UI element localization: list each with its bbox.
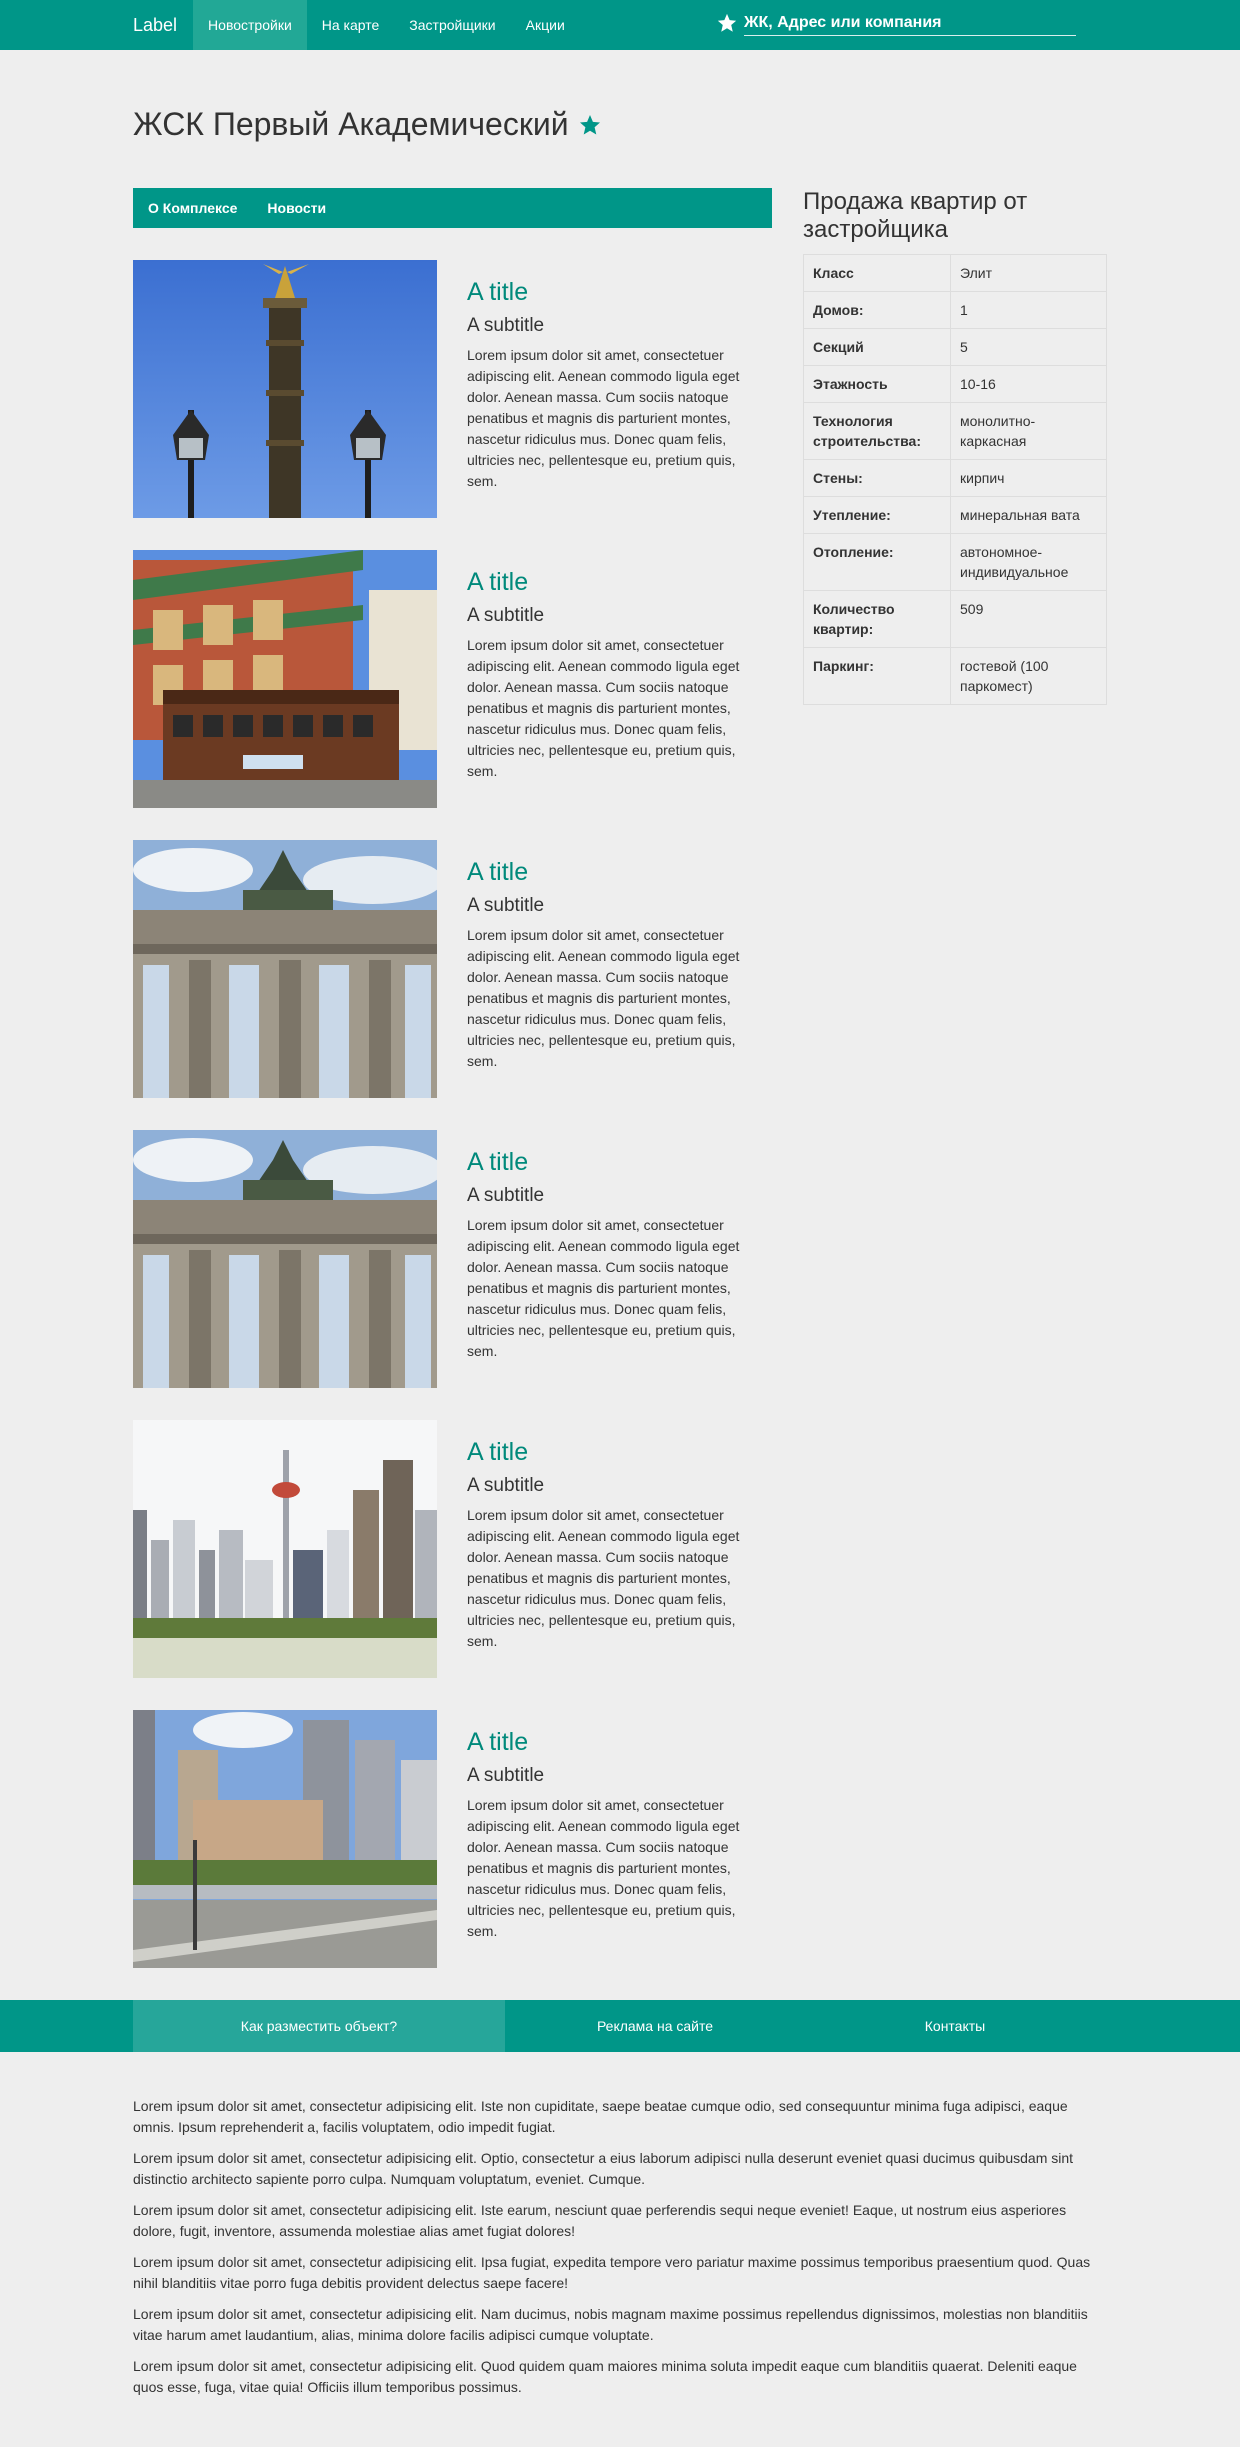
nav-item-map[interactable]: На карте — [307, 0, 395, 50]
news-item: A title A subtitle Lorem ipsum dolor sit… — [133, 840, 772, 1098]
news-text: Lorem ipsum dolor sit amet, consectetuer… — [467, 1217, 740, 1359]
property-value: 10-16 — [950, 365, 1107, 403]
property-value: минеральная вата — [950, 496, 1107, 534]
news-text: Lorem ipsum dolor sit amet, consectetuer… — [467, 1507, 740, 1649]
news-item: A title A subtitle Lorem ipsum dolor sit… — [133, 550, 772, 808]
news-list: A title A subtitle Lorem ipsum dolor sit… — [133, 260, 772, 2000]
footer-paragraph: Lorem ipsum dolor sit amet, consectetur … — [133, 2098, 1068, 2135]
tab-about-complex[interactable]: О Комплексе — [133, 188, 252, 228]
property-key: Отопление: — [803, 533, 951, 591]
news-item: A title A subtitle Lorem ipsum dolor sit… — [133, 260, 772, 518]
nav-item-novostroiki[interactable]: Новостройки — [193, 0, 307, 50]
nav-item-developers[interactable]: Застройщики — [394, 0, 510, 50]
brand-label[interactable]: Label — [133, 0, 193, 50]
news-title[interactable]: A title — [467, 278, 767, 307]
city-street-photo[interactable] — [133, 1710, 437, 1968]
footer-link-contacts[interactable]: Контакты — [805, 2000, 1105, 2052]
page-title-text: ЖСК Первый Академический — [133, 106, 569, 142]
property-value: гостевой (100 паркомест) — [950, 647, 1107, 705]
news-text: Lorem ipsum dolor sit amet, consectetuer… — [467, 927, 740, 1069]
property-key: Стены: — [803, 459, 951, 497]
footer-link-how-to-place[interactable]: Как разместить объект? — [133, 2000, 505, 2052]
footer-navbar: Как разместить объект? Реклама на сайте … — [0, 2000, 1240, 2052]
star-icon[interactable] — [716, 12, 738, 34]
news-text: Lorem ipsum dolor sit amet, consectetuer… — [467, 347, 740, 489]
news-subtitle: A subtitle — [467, 605, 545, 626]
complex-tabs: О Комплексе Новости — [133, 188, 772, 228]
nav-menu: Label Новостройки На карте Застройщики А… — [133, 0, 580, 50]
news-subtitle: A subtitle — [467, 1185, 545, 1206]
footer-link-advertising[interactable]: Реклама на сайте — [505, 2000, 805, 2052]
table-row: Домов: 1 — [803, 291, 1107, 329]
table-row: Класс Элит — [803, 254, 1107, 292]
news-item: A title A subtitle Lorem ipsum dolor sit… — [133, 1130, 772, 1388]
property-key: Класс — [803, 254, 951, 292]
table-row: Стены: кирпич — [803, 459, 1107, 497]
brandenburg-gate-photo[interactable] — [133, 1130, 437, 1388]
star-icon[interactable] — [578, 113, 602, 137]
property-value: автономное-индивидуальное — [950, 533, 1107, 591]
city-skyline-photo[interactable] — [133, 1420, 437, 1678]
victory-column-photo[interactable] — [133, 260, 437, 518]
news-subtitle: A subtitle — [467, 1765, 545, 1786]
search-input[interactable] — [744, 10, 1076, 36]
news-title[interactable]: A title — [467, 1148, 767, 1177]
news-item: A title A subtitle Lorem ipsum dolor sit… — [133, 1710, 772, 1968]
news-text: Lorem ipsum dolor sit amet, consectetuer… — [467, 1797, 740, 1939]
table-row: Отопление: автономное-индивидуальное — [803, 533, 1107, 591]
news-subtitle: A subtitle — [467, 895, 545, 916]
chinatown-cable-car-photo[interactable] — [133, 550, 437, 808]
news-title[interactable]: A title — [467, 858, 767, 887]
sidebar-properties: Продажа квартир от застройщика Класс Эли… — [803, 188, 1107, 705]
property-key: Паркинг: — [803, 647, 951, 705]
footer-paragraph: Lorem ipsum dolor sit amet, consectetur … — [133, 2150, 1074, 2187]
news-item: A title A subtitle Lorem ipsum dolor sit… — [133, 1420, 772, 1678]
news-body: A title A subtitle Lorem ipsum dolor sit… — [467, 1728, 767, 1942]
property-value: монолитно-каркасная — [950, 402, 1107, 460]
footer-paragraph: Lorem ipsum dolor sit amet, consectetur … — [133, 2202, 1067, 2239]
property-value: 509 — [950, 590, 1107, 648]
news-title[interactable]: A title — [467, 1728, 767, 1757]
search-bar — [716, 10, 1076, 36]
news-subtitle: A subtitle — [467, 315, 545, 336]
sidebar-heading: Продажа квартир от застройщика — [803, 188, 1028, 243]
property-key: Количество квартир: — [803, 590, 951, 648]
news-title[interactable]: A title — [467, 1438, 767, 1467]
property-value: 1 — [950, 291, 1107, 329]
page-title: ЖСК Первый Академический — [133, 106, 602, 143]
property-key: Этажность — [803, 365, 951, 403]
brandenburg-gate-photo[interactable] — [133, 840, 437, 1098]
property-key: Утепление: — [803, 496, 951, 534]
table-row: Этажность 10-16 — [803, 365, 1107, 403]
property-value: 5 — [950, 328, 1107, 366]
tab-news[interactable]: Новости — [252, 188, 341, 228]
property-value: Элит — [950, 254, 1107, 292]
footer-menu: Как разместить объект? Реклама на сайте … — [133, 2000, 1105, 2052]
news-text: Lorem ipsum dolor sit amet, consectetuer… — [467, 637, 740, 779]
property-key: Секций — [803, 328, 951, 366]
news-title[interactable]: A title — [467, 568, 767, 597]
table-row: Количество квартир: 509 — [803, 590, 1107, 648]
table-row: Паркинг: гостевой (100 паркомест) — [803, 647, 1107, 705]
news-body: A title A subtitle Lorem ipsum dolor sit… — [467, 1438, 767, 1652]
nav-item-promotions[interactable]: Акции — [511, 0, 580, 50]
top-navbar: Label Новостройки На карте Застройщики А… — [0, 0, 1240, 50]
property-key: Технология строительства: — [803, 402, 951, 460]
footer-text: Lorem ipsum dolor sit amet, consectetur … — [133, 2096, 1107, 2408]
news-body: A title A subtitle Lorem ipsum dolor sit… — [467, 858, 767, 1072]
table-row: Утепление: минеральная вата — [803, 496, 1107, 534]
news-subtitle: A subtitle — [467, 1475, 545, 1496]
news-body: A title A subtitle Lorem ipsum dolor sit… — [467, 278, 767, 492]
footer-paragraph: Lorem ipsum dolor sit amet, consectetur … — [133, 2254, 1091, 2291]
property-value: кирпич — [950, 459, 1107, 497]
news-body: A title A subtitle Lorem ipsum dolor sit… — [467, 1148, 767, 1362]
property-key: Домов: — [803, 291, 951, 329]
properties-table: Класс Элит Домов: 1 Секций 5 Этажность 1… — [803, 254, 1107, 705]
footer-paragraph: Lorem ipsum dolor sit amet, consectetur … — [133, 2306, 1088, 2343]
footer-paragraph: Lorem ipsum dolor sit amet, consectetur … — [133, 2358, 1077, 2395]
news-body: A title A subtitle Lorem ipsum dolor sit… — [467, 568, 767, 782]
table-row: Секций 5 — [803, 328, 1107, 366]
table-row: Технология строительства: монолитно-карк… — [803, 402, 1107, 460]
